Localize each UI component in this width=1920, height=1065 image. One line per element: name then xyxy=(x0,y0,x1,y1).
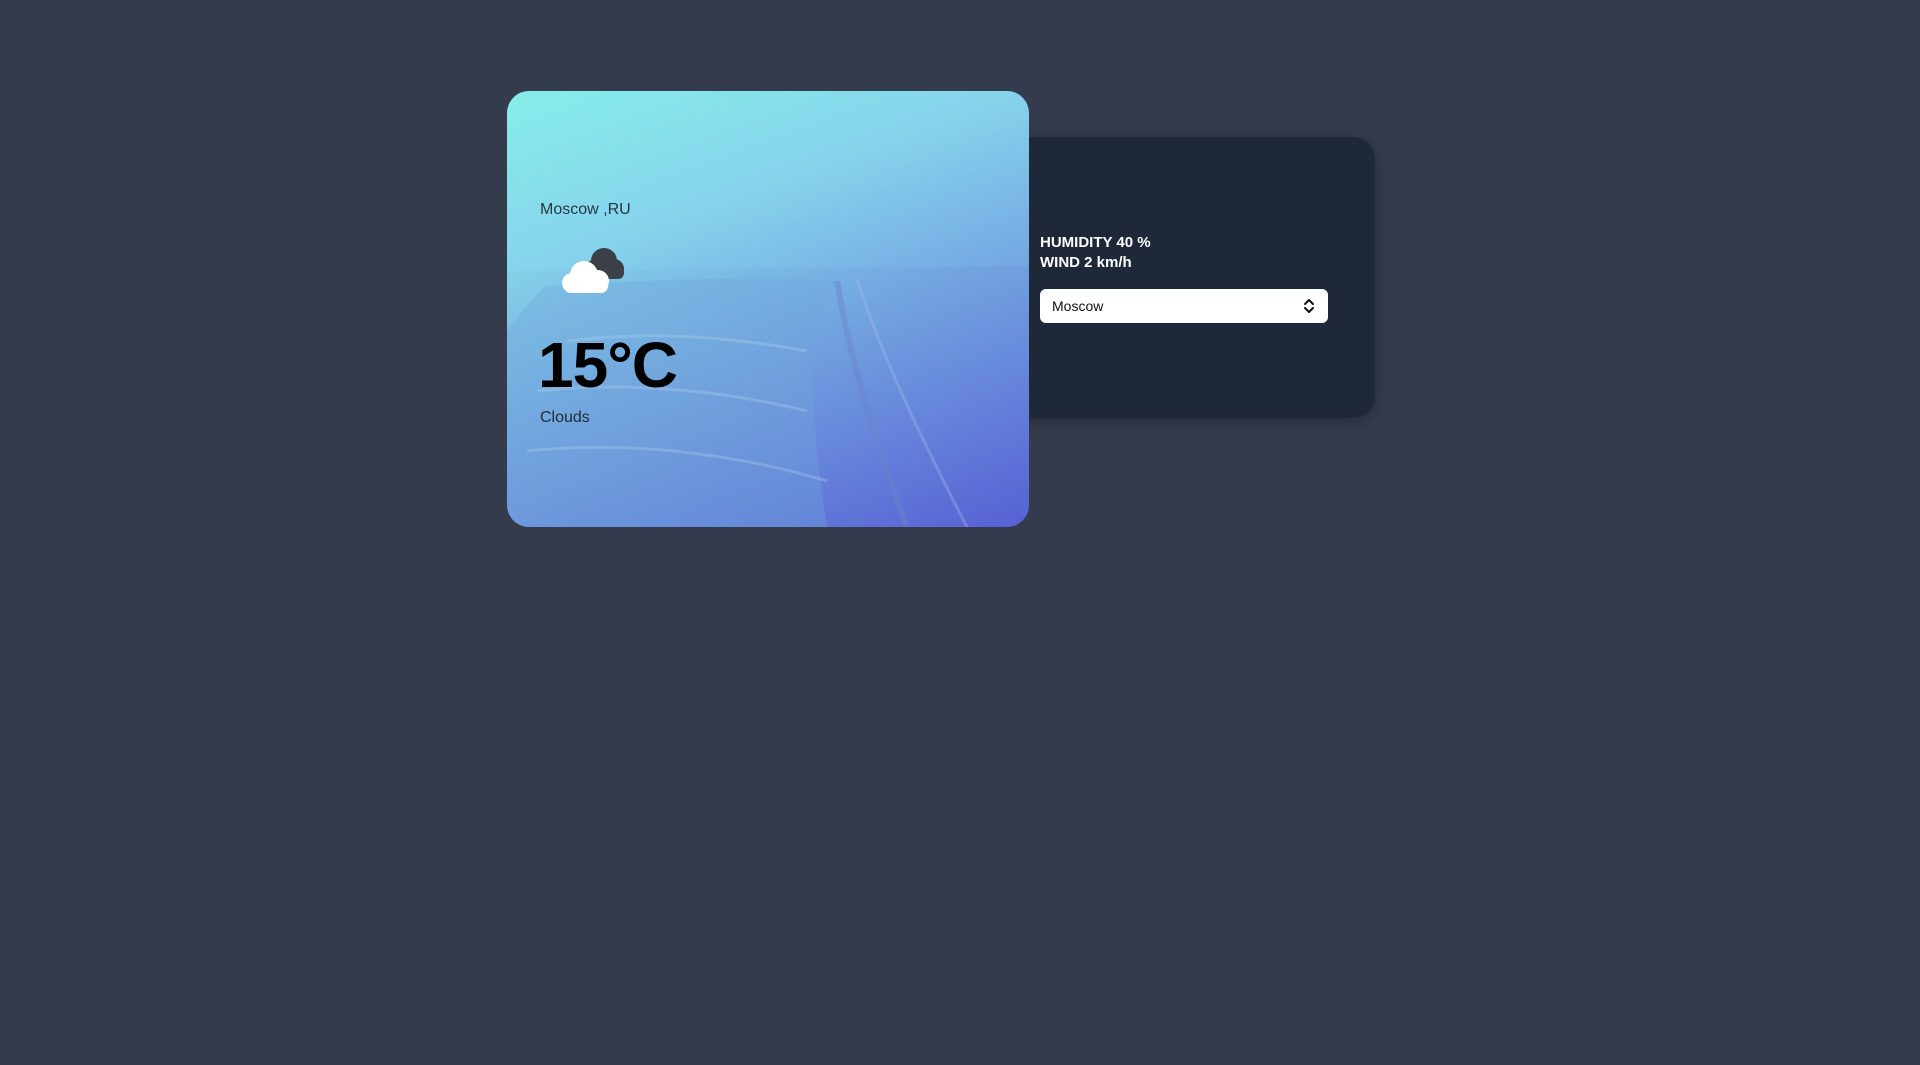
weather-card: Moscow ,RU 15°C Clouds xyxy=(507,91,1029,527)
city-select-value: Moscow xyxy=(1052,298,1104,314)
location-label: Moscow ,RU xyxy=(540,201,631,218)
cloud-icon xyxy=(562,248,624,293)
humidity-readout: HUMIDITY 40 % xyxy=(1040,234,1151,251)
chevron-up-down-icon xyxy=(1304,299,1314,313)
coastline-background-image xyxy=(507,266,1029,527)
app-root: HUMIDITY 40 % WIND 2 km/h Moscow Moscow … xyxy=(0,0,1920,1065)
city-select[interactable]: Moscow xyxy=(1040,289,1328,323)
wind-readout: WIND 2 km/h xyxy=(1040,254,1132,271)
weather-details: HUMIDITY 40 % WIND 2 km/h xyxy=(1040,233,1151,273)
temperature-readout: 15°C xyxy=(538,329,678,401)
weather-condition-label: Clouds xyxy=(540,409,590,426)
